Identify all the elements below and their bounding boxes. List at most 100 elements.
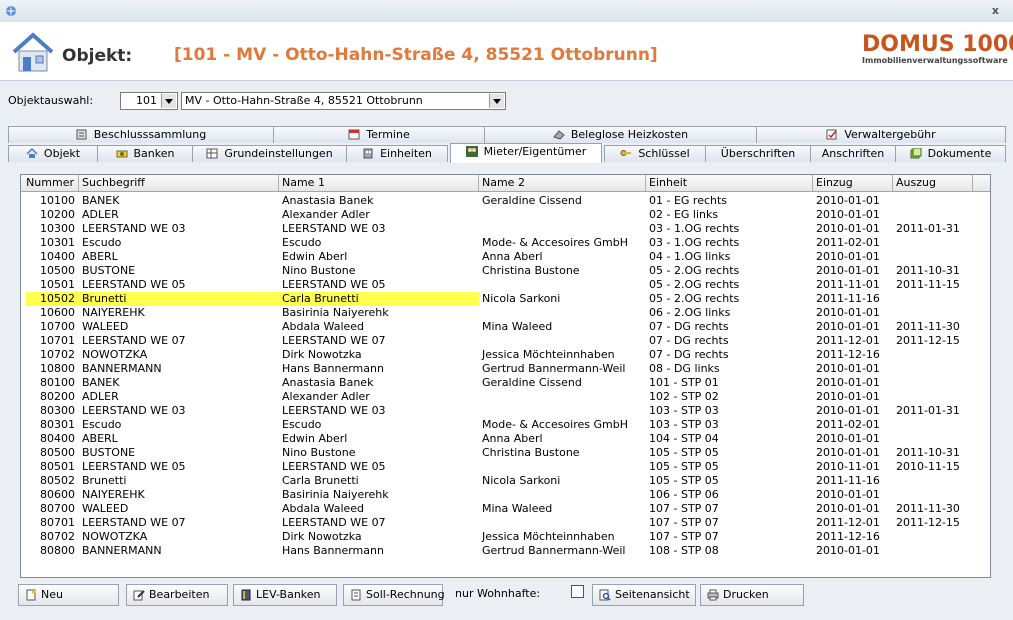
- chevron-down-icon[interactable]: [161, 94, 176, 108]
- header: Objekt: [101 - MV - Otto-Hahn-Straße 4, …: [0, 22, 1013, 81]
- cell-nummer: 10200: [40, 208, 75, 221]
- new-doc-icon: [26, 589, 36, 601]
- table-row[interactable]: 10502 Brunetti Carla Brunetti Nicola Sarkon…: [21, 292, 990, 306]
- cell-einzug: 2010-01-01: [816, 194, 880, 207]
- tab-mieter-eigentuemer[interactable]: Mieter/Eigentümer: [450, 143, 602, 163]
- chevron-down-icon[interactable]: [489, 94, 504, 108]
- table-body: 10100 BANEK Anastasia Banek Geraldine Cisse…: [21, 194, 990, 558]
- notebook-icon: [76, 129, 87, 140]
- cell-einheit: 07 - DG rechts: [649, 348, 729, 361]
- mieter-table[interactable]: Nummer Suchbegriff Name 1 Name 2 Einheit…: [20, 174, 991, 578]
- object-name-combo[interactable]: MV - Otto-Hahn-Straße 4, 85521 Ottobrunn: [181, 92, 506, 110]
- table-row[interactable]: 10200 ADLER Alexander Adler 02 - EG links 20…: [21, 208, 990, 222]
- cell-einheit: 105 - STP 05: [649, 460, 719, 473]
- table-row[interactable]: 80200 ADLER Alexander Adler 102 - STP 02 201…: [21, 390, 990, 404]
- seitenansicht-button[interactable]: Seitenansicht: [592, 584, 696, 606]
- table-row[interactable]: 80301 Escudo Escudo Mode- & Accesoires GmbH…: [21, 418, 990, 432]
- tab-anschriften[interactable]: Anschriften: [810, 145, 896, 162]
- table-row[interactable]: 80500 BUSTONE Nino Bustone Christina Buston…: [21, 446, 990, 460]
- cell-nummer: 80700: [40, 502, 75, 515]
- table-row[interactable]: 10100 BANEK Anastasia Banek Geraldine Cisse…: [21, 194, 990, 208]
- tab-verwaltergebuehr[interactable]: Verwaltergebühr: [756, 126, 1006, 143]
- cell-einheit: 107 - STP 07: [649, 516, 719, 529]
- button-label: LEV-Banken: [256, 588, 321, 601]
- tab-dokumente[interactable]: Dokumente: [895, 145, 1006, 162]
- domus-logo: DOMUS 1000® Immobilienverwaltungssoftwar…: [862, 34, 1013, 66]
- table-row[interactable]: 80100 BANEK Anastasia Banek Geraldine Cisse…: [21, 376, 990, 390]
- column-header-name2[interactable]: Name 2: [479, 175, 646, 191]
- table-row[interactable]: 10700 WALEED Abdala Waleed Mina Waleed 07 - …: [21, 320, 990, 334]
- table-row[interactable]: 10702 NOWOTZKA Dirk Nowotzka Jessica Möchte…: [21, 348, 990, 362]
- table-row[interactable]: 10400 ABERL Edwin Aberl Anna Aberl 04 - 1.OG…: [21, 250, 990, 264]
- tab-beleglose-heizkosten[interactable]: Beleglose Heizkosten: [484, 126, 757, 143]
- cell-einzug: 2011-11-01: [816, 278, 880, 291]
- cell-einheit: 104 - STP 04: [649, 432, 719, 445]
- column-header-einzug[interactable]: Einzug: [813, 175, 893, 191]
- tab-grundeinstellungen[interactable]: Grundeinstellungen: [192, 145, 347, 162]
- cell-name2: Gertrud Bannermann-Weil: [482, 544, 626, 557]
- table-row[interactable]: 80501 LEERSTAND WE 05 LEERSTAND WE 05 105 -…: [21, 460, 990, 474]
- cell-einheit: 04 - 1.OG links: [649, 250, 731, 263]
- table-row[interactable]: 80700 WALEED Abdala Waleed Mina Waleed 107 -…: [21, 502, 990, 516]
- tab-label: Verwaltergebühr: [844, 128, 936, 141]
- tab-ueberschriften[interactable]: Überschriften: [705, 145, 811, 162]
- cell-einzug: 2010-11-01: [816, 460, 880, 473]
- cell-name1: Basirinia Naiyerehk: [282, 306, 389, 319]
- cell-name2: Christina Bustone: [482, 446, 580, 459]
- column-header-auszug[interactable]: Auszug: [893, 175, 973, 191]
- cell-name1: LEERSTAND WE 03: [282, 222, 386, 235]
- table-row[interactable]: 80702 NOWOTZKA Dirk Nowotzka Jessica Möchte…: [21, 530, 990, 544]
- table-row[interactable]: 80701 LEERSTAND WE 07 LEERSTAND WE 07 107 -…: [21, 516, 990, 530]
- tab-row-1: Beschlusssammlung Termine Beleglose Heiz…: [8, 126, 1008, 143]
- tab-objekt[interactable]: Objekt: [8, 145, 98, 162]
- cell-nummer: 80800: [40, 544, 75, 557]
- column-header-einheit[interactable]: Einheit: [646, 175, 813, 191]
- table-row[interactable]: 80800 BANNERMANN Hans Bannermann Gertrud Ba…: [21, 544, 990, 558]
- soll-rechnung-button[interactable]: Soll-Rechnung: [343, 584, 445, 606]
- lev-banken-button[interactable]: LEV-Banken: [233, 584, 337, 606]
- cell-suchbegriff: LEERSTAND WE 05: [82, 278, 186, 291]
- table-row[interactable]: 80600 NAIYEREHK Basirinia Naiyerehk 106 - S…: [21, 488, 990, 502]
- column-header-suchbegriff[interactable]: Suchbegriff: [79, 175, 279, 191]
- tab-beschlusssammlung[interactable]: Beschlusssammlung: [8, 126, 274, 143]
- cell-name1: LEERSTAND WE 07: [282, 334, 386, 347]
- cell-suchbegriff: BANNERMANN: [82, 362, 162, 375]
- tab-schluessel[interactable]: Schlüssel: [604, 145, 706, 162]
- cell-name2: Mode- & Accesoires GmbH: [482, 236, 628, 249]
- tab-banken[interactable]: Banken: [97, 145, 193, 162]
- drucken-button[interactable]: Drucken: [700, 584, 804, 606]
- tab-termine[interactable]: Termine: [273, 126, 485, 143]
- neu-button[interactable]: Neu: [18, 584, 119, 606]
- cell-nummer: 80301: [40, 418, 75, 431]
- table-row[interactable]: 10501 LEERSTAND WE 05 LEERSTAND WE 05 05 - …: [21, 278, 990, 292]
- cell-auszug: [893, 418, 973, 432]
- column-header-nummer[interactable]: Nummer: [21, 175, 79, 191]
- tab-einheiten[interactable]: Einheiten: [346, 145, 448, 162]
- cell-nummer: 80701: [40, 516, 75, 529]
- column-header-name1[interactable]: Name 1: [279, 175, 479, 191]
- table-row[interactable]: 10301 Escudo Escudo Mode- & Accesoires GmbH…: [21, 236, 990, 250]
- people-icon: [465, 146, 478, 157]
- table-row[interactable]: 10800 BANNERMANN Hans Bannermann Gertrud Ba…: [21, 362, 990, 376]
- bearbeiten-button[interactable]: Bearbeiten: [126, 584, 228, 606]
- table-row[interactable]: 10600 NAIYEREHK Basirinia Naiyerehk 06 - 2.…: [21, 306, 990, 320]
- table-row[interactable]: 80300 LEERSTAND WE 03 LEERSTAND WE 03 103 -…: [21, 404, 990, 418]
- cell-nummer: 10701: [40, 334, 75, 347]
- cell-auszug: [893, 530, 973, 544]
- cell-name2: [479, 334, 646, 348]
- nur-wohnhafte-checkbox[interactable]: [571, 585, 584, 598]
- object-number-combo[interactable]: 101: [120, 92, 178, 110]
- cell-einheit: 108 - STP 08: [649, 544, 719, 557]
- close-icon[interactable]: x: [992, 4, 999, 17]
- table-row[interactable]: 80502 Brunetti Carla Brunetti Nicola Sarkon…: [21, 474, 990, 488]
- table-row[interactable]: 80400 ABERL Edwin Aberl Anna Aberl 104 - STP…: [21, 432, 990, 446]
- cell-name1: Abdala Waleed: [282, 502, 365, 515]
- cell-auszug: [893, 376, 973, 390]
- cell-nummer: 10100: [40, 194, 75, 207]
- table-row[interactable]: 10500 BUSTONE Nino Bustone Christina Buston…: [21, 264, 990, 278]
- cell-name2: Christina Bustone: [482, 264, 580, 277]
- table-row[interactable]: 10701 LEERSTAND WE 07 LEERSTAND WE 07 07 - …: [21, 334, 990, 348]
- cell-einheit: 103 - STP 03: [649, 418, 719, 431]
- cell-name2: Mina Waleed: [482, 320, 553, 333]
- table-row[interactable]: 10300 LEERSTAND WE 03 LEERSTAND WE 03 03 - …: [21, 222, 990, 236]
